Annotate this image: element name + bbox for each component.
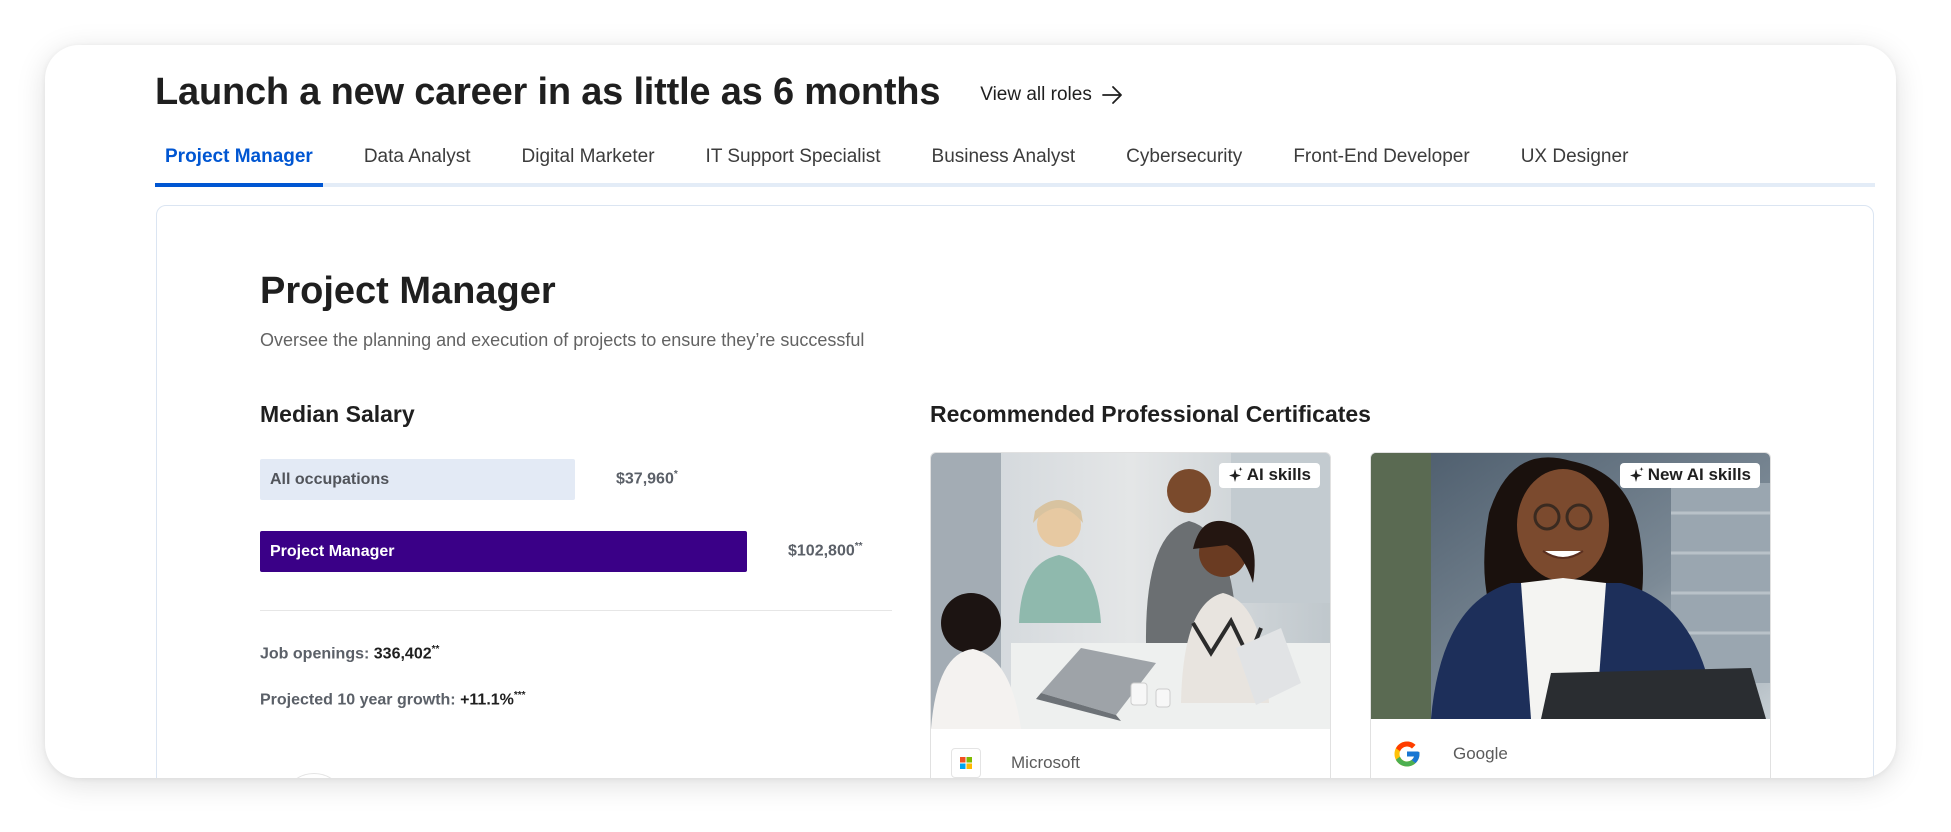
arrow-right-icon (1101, 85, 1122, 104)
footnote-mark: * (673, 469, 678, 480)
partner-name: Google (1453, 744, 1508, 763)
tab-ux-designer[interactable]: UX Designer (1511, 137, 1639, 183)
salary-bar-project-manager: Project Manager (260, 531, 747, 572)
sparkle-icon (1629, 467, 1644, 482)
job-openings-stat: Job openings: 336,402** (260, 644, 440, 663)
tab-business-analyst[interactable]: Business Analyst (922, 137, 1086, 183)
smiling-professional-photo: New AI skills (1371, 453, 1770, 719)
job-openings-value: 336,402 (373, 645, 432, 663)
salary-bar-label: Project Manager (270, 542, 395, 560)
microsoft-logo (951, 748, 981, 778)
new-ai-skills-badge: New AI skills (1619, 463, 1760, 488)
salary-bar-all-occupations: All occupations (260, 459, 575, 500)
projected-growth-value: +11.1% (460, 691, 514, 709)
section-headline: Launch a new career in as little as 6 mo… (155, 71, 941, 113)
view-all-roles-link[interactable]: View all roles (980, 84, 1124, 106)
tab-front-end-developer[interactable]: Front-End Developer (1283, 137, 1479, 183)
partner-row: Microsoft (951, 748, 1080, 778)
headline-row: Launch a new career in as little as 6 mo… (155, 71, 1124, 114)
tab-project-manager[interactable]: Project Manager (155, 137, 323, 187)
recommended-certificates-heading: Recommended Professional Certificates (930, 401, 1371, 427)
tab-data-analyst[interactable]: Data Analyst (354, 137, 481, 183)
footnote-mark: ** (431, 644, 440, 655)
role-detail-panel: Project Manager Oversee the planning and… (156, 205, 1874, 778)
view-all-roles-label: View all roles (980, 83, 1092, 105)
sparkle-icon (1228, 467, 1243, 482)
tab-cybersecurity[interactable]: Cybersecurity (1116, 137, 1252, 183)
footnote-mark: ** (854, 541, 863, 552)
partner-name: Microsoft (1011, 753, 1080, 772)
role-title: Project Manager (260, 270, 556, 312)
footnote-mark: *** (513, 690, 526, 701)
tab-digital-marketer[interactable]: Digital Marketer (512, 137, 665, 183)
ai-skills-badge: AI skills (1218, 463, 1320, 488)
projected-growth-stat: Projected 10 year growth: +11.1%*** (260, 690, 526, 709)
median-salary-heading: Median Salary (260, 401, 415, 427)
role-description: Oversee the planning and execution of pr… (260, 330, 865, 350)
google-logo (1391, 738, 1423, 770)
salary-value-project-manager: $102,800** (788, 541, 863, 560)
office-meeting-photo: AI skills (931, 453, 1330, 729)
tab-it-support-specialist[interactable]: IT Support Specialist (696, 137, 891, 183)
role-tabs: Project Manager Data Analyst Digital Mar… (155, 137, 1875, 187)
salary-value-all-occupations: $37,960* (616, 469, 678, 488)
certificate-card-google[interactable]: New AI skills Google (1370, 452, 1771, 778)
divider (260, 610, 892, 611)
salary-bar-label: All occupations (270, 470, 390, 488)
partial-circle-icon (282, 773, 346, 778)
partner-row: Google (1391, 738, 1508, 770)
certificate-card-microsoft[interactable]: AI skills Microsoft (930, 452, 1331, 778)
career-section: Launch a new career in as little as 6 mo… (45, 45, 1896, 778)
